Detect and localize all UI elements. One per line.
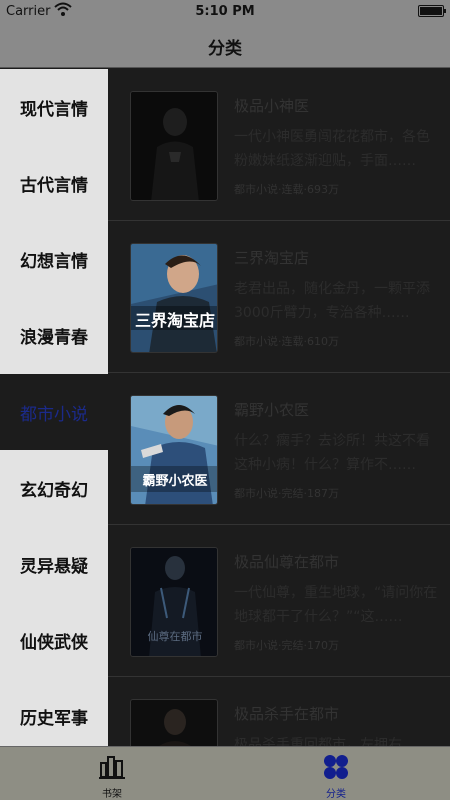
book-cover — [130, 91, 218, 201]
book-description: 一代仙尊，重生地球，“请问你在地球都干了什么？”“这…… — [234, 585, 438, 625]
cover-title: 三界淘宝店 — [135, 311, 215, 330]
tab-label: 书架 — [102, 789, 122, 800]
book-list: 极品小神医 一代小神医勇闯花花都市，各色粉嫩妹纸逐渐迎贴，手面…… 都市小说·连… — [108, 69, 450, 746]
category-item[interactable]: 浪漫青春 — [0, 297, 108, 373]
book-row[interactable]: 极品小神医 一代小神医勇闯花花都市，各色粉嫩妹纸逐渐迎贴，手面…… 都市小说·连… — [108, 69, 450, 221]
book-cover: 三界淘宝店 — [130, 243, 218, 353]
category-item[interactable]: 玄幻奇幻 — [0, 450, 108, 526]
cover-title: 仙尊在都市 — [148, 629, 203, 643]
book-row[interactable]: 三界淘宝店 三界淘宝店 老君出品，随化金丹，一颗平添3000斤臂力，专治各种……… — [108, 221, 450, 373]
book-row[interactable]: 极品杀手在都市 极品杀手重回都市，左拥右抱…… — [108, 677, 450, 746]
book-cover: 仙尊在都市 — [130, 547, 218, 657]
page-title: 分类 — [208, 39, 242, 59]
book-cover — [130, 699, 218, 746]
status-bar: Carrier 5:10 PM — [0, 0, 450, 22]
tab-label: 分类 — [326, 789, 346, 800]
bookshelf-icon — [98, 753, 126, 781]
category-sidebar: 现代言情 古代言情 幻想言情 浪漫青春 都市小说 玄幻奇幻 灵异悬疑 仙侠武侠 … — [0, 69, 108, 746]
book-description: 什么？瘸手？去诊所！共这不看这种小病！什么？算作不…… — [234, 433, 430, 473]
category-item[interactable]: 现代言情 — [0, 69, 108, 145]
category-item[interactable]: 灵异悬疑 — [0, 526, 108, 602]
category-item[interactable]: 历史军事 — [0, 678, 108, 754]
book-title: 极品仙尊在都市 — [234, 553, 340, 571]
book-title: 三界淘宝店 — [234, 249, 310, 267]
book-row[interactable]: 霸野小农医 霸野小农医 什么？瘸手？去诊所！共这不看这种小病！什么？算作不…… … — [108, 373, 450, 525]
cover-title: 霸野小农医 — [142, 473, 207, 489]
navigation-bar: 分类 — [0, 22, 450, 68]
book-cover: 霸野小农医 — [130, 395, 218, 505]
book-description: 极品杀手重回都市，左拥右抱…… — [234, 737, 402, 746]
tab-bookshelf[interactable]: 书架 — [72, 747, 152, 800]
book-meta: 都市小说·完结·170万 — [234, 639, 339, 652]
book-title: 极品小神医 — [234, 97, 310, 115]
book-title: 极品杀手在都市 — [234, 705, 340, 723]
category-icon — [322, 753, 350, 781]
category-item[interactable]: 古代言情 — [0, 145, 108, 221]
category-item[interactable]: 幻想言情 — [0, 221, 108, 297]
tab-category[interactable]: 分类 — [296, 747, 376, 800]
tab-bar: 书架 分类 — [0, 746, 450, 800]
book-meta: 都市小说·连载·693万 — [234, 183, 339, 196]
book-row[interactable]: 仙尊在都市 极品仙尊在都市 一代仙尊，重生地球，“请问你在地球都干了什么？”“这… — [108, 525, 450, 677]
clock: 5:10 PM — [195, 4, 255, 19]
category-item[interactable]: 仙侠武侠 — [0, 602, 108, 678]
battery-icon — [418, 5, 446, 17]
book-meta: 都市小说·完结·187万 — [234, 487, 339, 500]
book-title: 霸野小农医 — [234, 401, 310, 419]
category-item-selected[interactable]: 都市小说 — [0, 374, 108, 450]
book-description: 一代小神医勇闯花花都市，各色粉嫩妹纸逐渐迎贴，手面…… — [234, 129, 430, 169]
book-meta: 都市小说·连载·610万 — [234, 335, 339, 348]
book-description: 老君出品，随化金丹，一颗平添3000斤臂力，专治各种…… — [234, 281, 430, 321]
